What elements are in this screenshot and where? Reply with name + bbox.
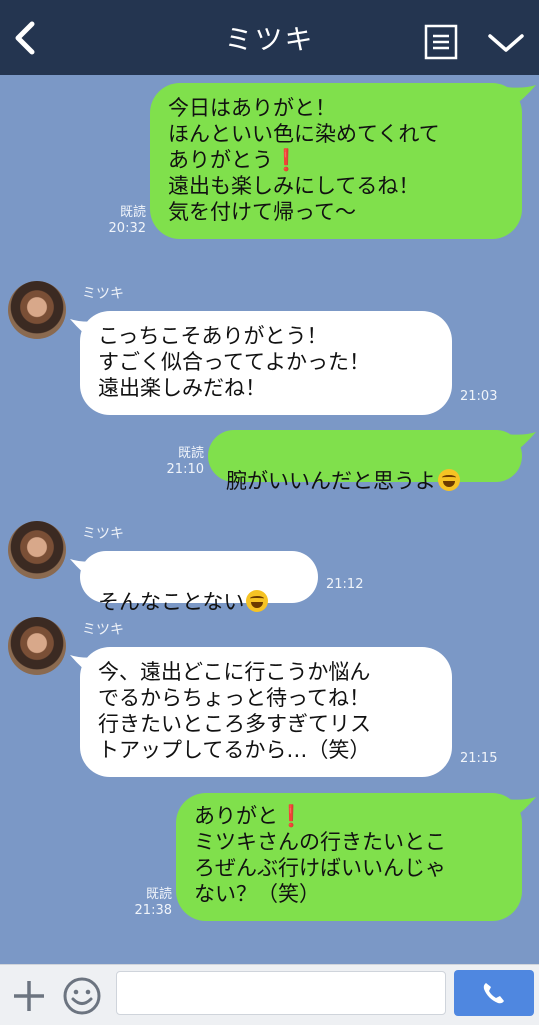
read-receipt: 既読 21:10	[166, 446, 204, 477]
sender-name: ミツキ	[82, 526, 124, 542]
laughing-tears-emoji-icon	[438, 469, 460, 491]
avatar[interactable]	[8, 617, 66, 675]
note-menu-icon[interactable]	[424, 24, 458, 60]
message-bubble-incoming[interactable]: こっちこそありがとう！ すごく似合っててよかった！ 遠出楽しみだね！	[80, 311, 452, 415]
message-input[interactable]	[116, 971, 446, 1015]
read-receipt: 既読 21:38	[134, 887, 172, 918]
emoji-icon[interactable]	[62, 976, 102, 1016]
message-list[interactable]: 既読 20:32 今日はありがと！ ほんといい色に染めてくれて ありがとう❗ 遠出…	[0, 75, 539, 964]
composer-bar	[0, 964, 539, 1025]
message-time: 21:15	[460, 751, 498, 766]
sender-name: ミツキ	[82, 286, 124, 302]
message-bubble-incoming[interactable]: そんなことない	[80, 551, 318, 614]
chevron-down-icon[interactable]	[486, 30, 526, 56]
message-bubble-outgoing[interactable]: ありがと❗ ミツキさんの行きたいとこ ろぜんぶ行けばいいんじゃ ない？（笑）	[176, 793, 522, 921]
read-receipt: 既読 20:32	[108, 205, 146, 236]
chat-header: ミツキ	[0, 0, 539, 75]
message-text: そんなことない	[98, 590, 245, 614]
message-time: 21:03	[460, 389, 498, 404]
avatar[interactable]	[8, 521, 66, 579]
message-bubble-outgoing[interactable]: 腕がいいんだと思うよ	[208, 430, 522, 493]
phone-icon	[483, 983, 504, 1004]
message-time: 21:12	[326, 577, 364, 592]
sender-name: ミツキ	[82, 622, 124, 638]
message-bubble-outgoing[interactable]: 今日はありがと！ ほんといい色に染めてくれて ありがとう❗ 遠出も楽しみにしてる…	[150, 83, 522, 239]
avatar[interactable]	[8, 281, 66, 339]
call-button[interactable]	[454, 970, 534, 1016]
laughing-tears-emoji-icon	[246, 590, 269, 612]
plus-icon[interactable]	[12, 979, 46, 1013]
message-bubble-incoming[interactable]: 今、遠出どこに行こうか悩ん でるからちょっと待ってね！ 行きたいところ多すぎてリ…	[80, 647, 452, 777]
chat-title: ミツキ	[224, 23, 315, 56]
message-text: 腕がいいんだと思うよ	[226, 469, 436, 493]
